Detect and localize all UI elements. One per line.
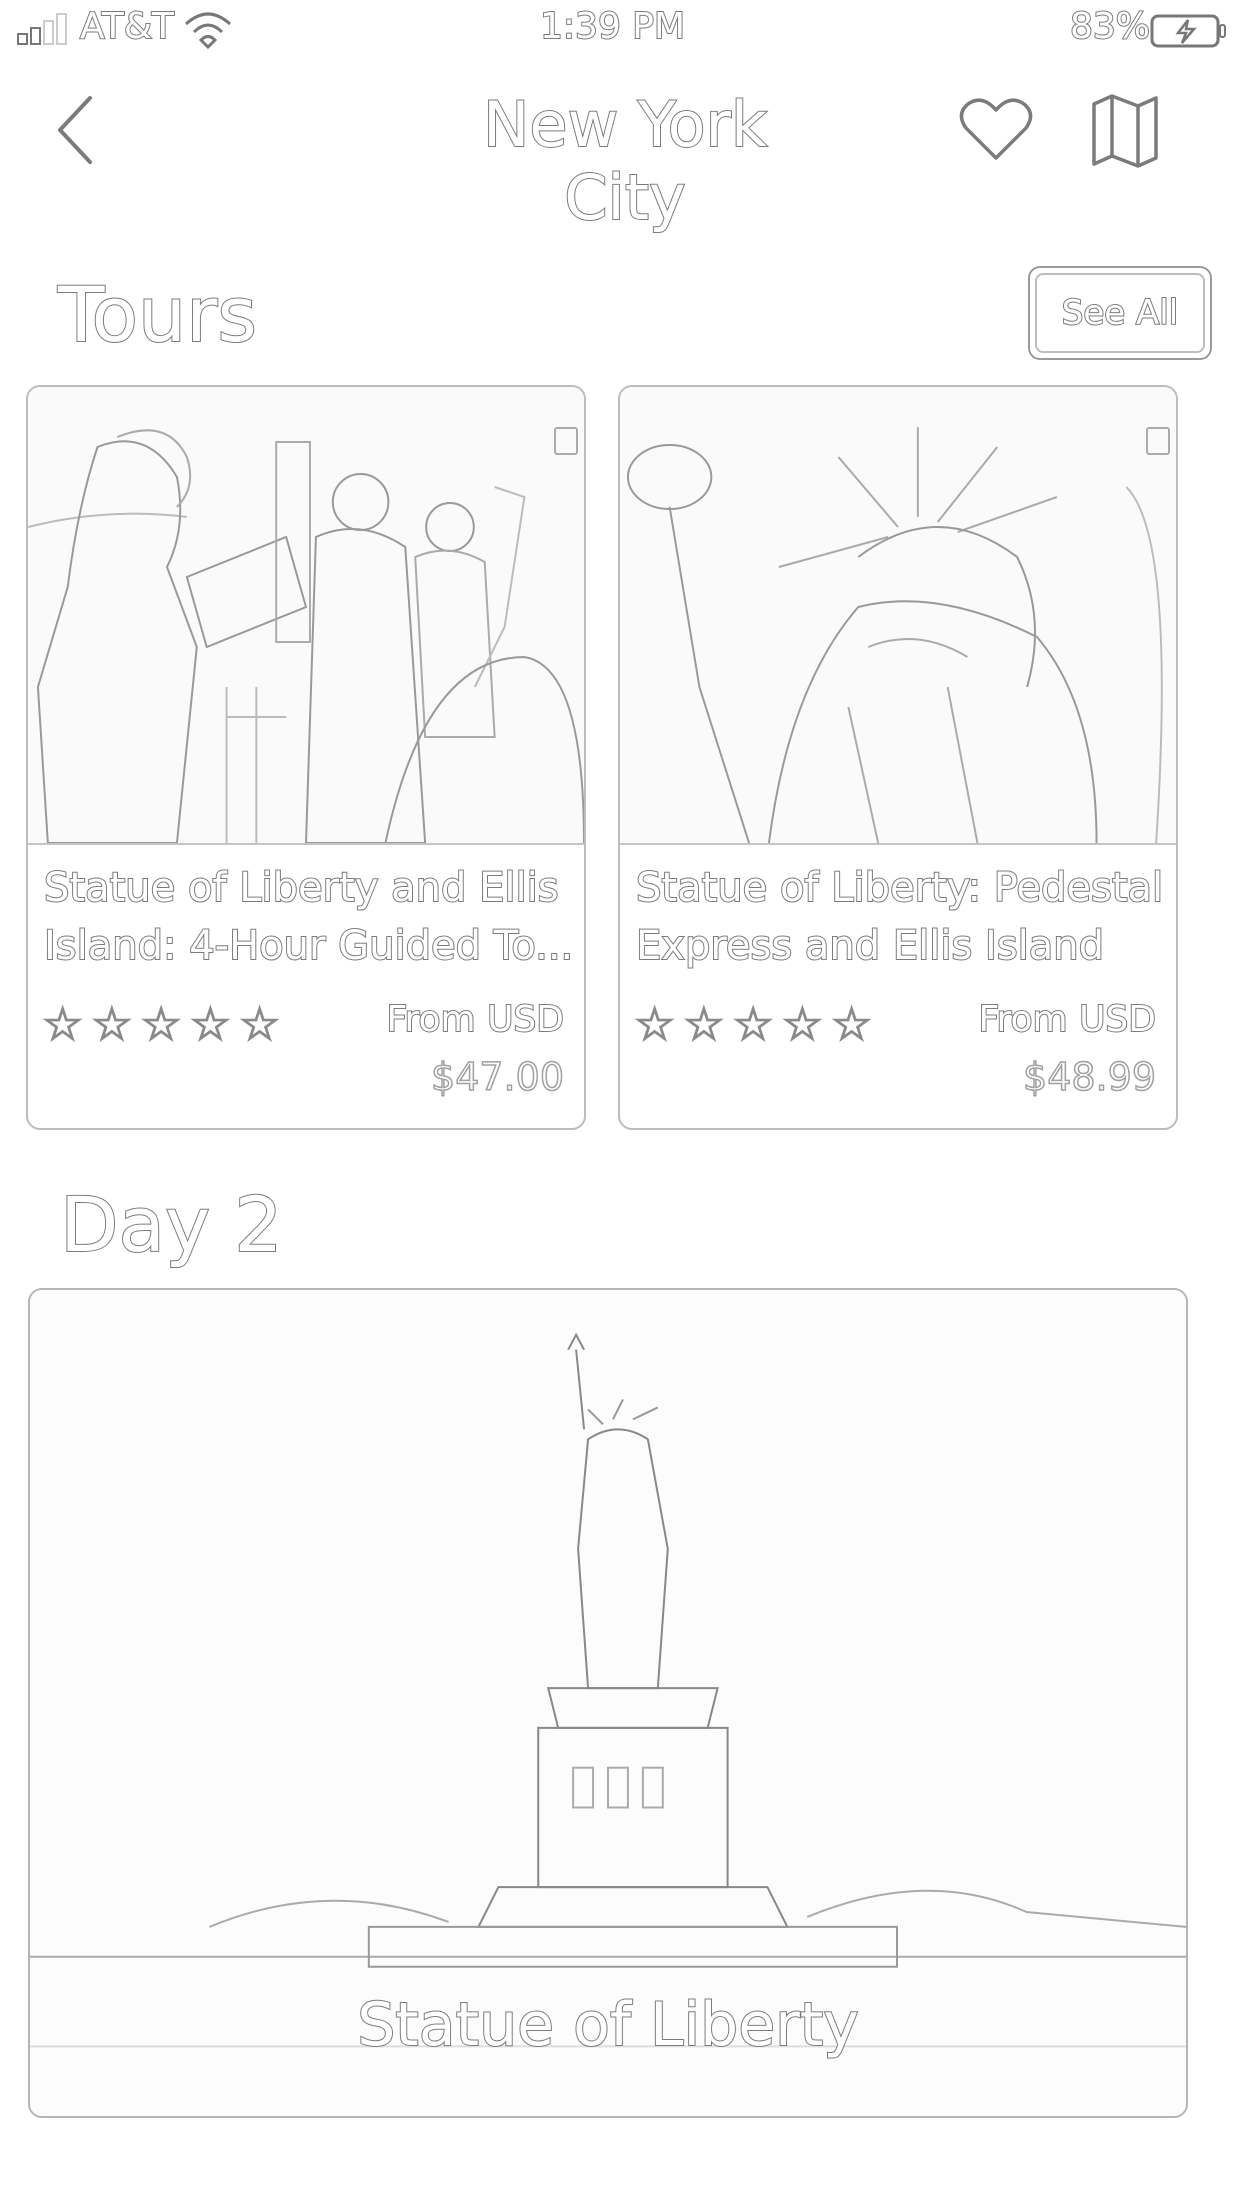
cell-signal-icon [17,13,67,45]
tour-price: $48.99 [1022,1054,1156,1100]
tour-name: Statue of Liberty: Pedestal Express and … [635,864,1164,970]
tour-price: $47.00 [430,1054,564,1100]
price-from-label: From USD [977,998,1157,1041]
day-section-title: Day 2 [59,1179,284,1270]
wifi-icon [184,12,232,50]
tour-image [28,387,584,845]
image-badge-icon [554,427,578,455]
price-from-label: From USD [385,998,565,1041]
tour-image [620,387,1176,845]
tour-card[interactable]: Statue of Liberty and Ellis Island: 4-Ho… [26,385,586,1130]
battery-charging-icon [1150,14,1226,48]
heart-icon[interactable] [958,92,1034,166]
page-title: New York City [482,87,768,235]
image-badge-icon [1146,427,1170,455]
attraction-card[interactable]: Statue of Liberty [28,1288,1188,2118]
map-icon[interactable] [1090,92,1160,168]
rating-stars: ☆☆☆☆☆ [633,996,881,1052]
battery-percent: 83% [1069,5,1151,48]
chevron-left-icon[interactable] [46,88,106,172]
rating-stars: ☆☆☆☆☆ [41,996,289,1052]
tour-card[interactable]: Statue of Liberty: Pedestal Express and … [618,385,1178,1130]
nav-bar: New York City [0,70,1242,235]
status-time: 1:39 PM [539,5,686,48]
carrier-label: AT&T [79,5,175,48]
see-all-button[interactable]: See All [1028,266,1212,360]
tour-name: Statue of Liberty and Ellis Island: 4-Ho… [43,864,574,970]
status-bar: AT&T 1:39 PM 83% [0,0,1242,58]
attraction-name: Statue of Liberty [356,1989,860,2061]
tours-section-title: Tours [57,269,258,360]
